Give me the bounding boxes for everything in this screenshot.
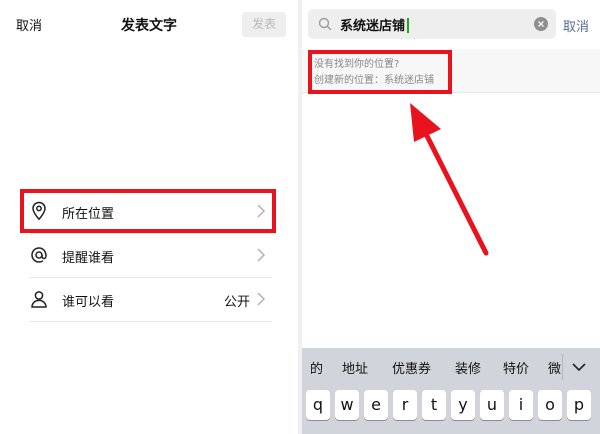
suggestion-item[interactable]: 优惠券 (392, 358, 431, 377)
search-input[interactable]: 系统迷店铺 (308, 9, 556, 39)
suggestion-item[interactable]: 特价 (503, 358, 529, 377)
key-u[interactable]: u (480, 390, 504, 420)
key-e[interactable]: e (364, 390, 388, 420)
keyboard: 的 地址 优惠券 装修 特价 微 q w e r t y u i o p (302, 348, 600, 434)
suggestion-bar: 的 地址 优惠券 装修 特价 微 (302, 348, 600, 384)
visibility-value: 公开 (223, 295, 250, 310)
post-header: 取消 发表文字 发表 (0, 0, 298, 48)
suggestion-divider (562, 354, 563, 380)
post-text-pane: 取消 发表文字 发表 所在位置 提醒谁看 谁可以看 公开 (0, 0, 298, 434)
location-search-pane: 系统迷店铺 取消 没有找到你的位置? 创建新的位置：系统迷店铺 的 地址 优惠券 (302, 0, 600, 434)
location-highlight-box (20, 189, 276, 233)
key-y[interactable]: y (451, 390, 475, 420)
remind-row-label: 提醒谁看 (62, 251, 115, 266)
key-t[interactable]: t (422, 390, 446, 420)
search-input-value: 系统迷店铺 (340, 15, 410, 34)
key-i[interactable]: i (509, 390, 533, 420)
key-r[interactable]: r (393, 390, 417, 420)
key-o[interactable]: o (538, 390, 562, 420)
search-cancel-button[interactable]: 取消 (563, 16, 589, 35)
at-sign-icon (31, 247, 47, 263)
publish-button[interactable]: 发表 (242, 12, 286, 37)
suggestion-item[interactable]: 微 (548, 358, 561, 377)
visibility-row-label: 谁可以看 (62, 295, 115, 310)
chevron-down-icon[interactable] (566, 358, 592, 376)
result-highlight-box (308, 50, 452, 94)
person-icon (31, 291, 47, 308)
key-row: q w e r t y u i o p (302, 388, 600, 434)
search-bar: 系统迷店铺 取消 (302, 0, 600, 48)
screenshot-root: 取消 发表文字 发表 所在位置 提醒谁看 谁可以看 公开 系统迷店铺 取消 没有… (0, 0, 600, 434)
chevron-right-icon (257, 248, 266, 262)
key-q[interactable]: q (306, 390, 330, 420)
key-p[interactable]: p (567, 390, 591, 420)
visibility-row[interactable]: 谁可以看 公开 (20, 277, 272, 321)
suggestion-item[interactable]: 的 (310, 358, 323, 377)
search-icon (318, 17, 332, 31)
remind-row[interactable]: 提醒谁看 (20, 233, 272, 277)
search-query-text: 系统迷店铺 (340, 19, 406, 34)
chevron-right-icon (257, 292, 266, 306)
clear-icon[interactable] (534, 17, 548, 31)
text-caret (407, 18, 410, 33)
key-w[interactable]: w (335, 390, 359, 420)
suggestion-item[interactable]: 装修 (455, 358, 481, 377)
row-divider (30, 321, 272, 322)
suggestion-item[interactable]: 地址 (342, 358, 368, 377)
